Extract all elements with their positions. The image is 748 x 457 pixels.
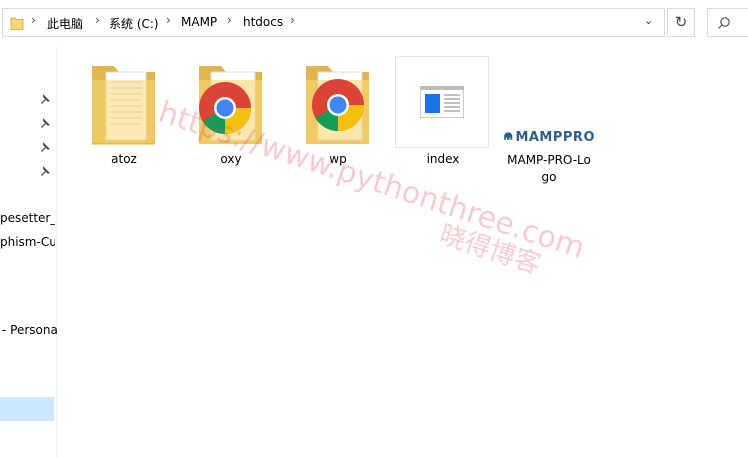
file-label: index (426, 152, 460, 166)
refresh-icon: ↻ (674, 13, 688, 31)
nav-item-typesetter[interactable]: pesetter_3 (0, 211, 55, 225)
folder-icon (92, 66, 155, 145)
chevron-right-icon[interactable]: › (227, 13, 232, 27)
file-item-mamp-pro-logo[interactable]: MAMPPRO MAMP-PRO-Logo (501, 124, 597, 188)
file-label: MAMP-PRO-Logo (507, 153, 591, 184)
html-file-icon (420, 86, 464, 118)
chevron-right-icon[interactable]: › (290, 13, 295, 27)
chevron-right-icon[interactable]: › (166, 13, 171, 27)
pin-icon[interactable] (39, 165, 51, 177)
address-bar[interactable]: › 此电脑 › 系统 (C:) › MAMP › htdocs › ⌄ (2, 8, 665, 37)
pin-icon[interactable] (39, 117, 51, 129)
chrome-folder-icon (306, 66, 369, 144)
address-bar-area: › 此电脑 › 系统 (C:) › MAMP › htdocs › ⌄ ↻ (0, 0, 748, 46)
pin-icon[interactable] (39, 93, 51, 105)
nav-item-personal[interactable]: - Persona (2, 323, 57, 337)
search-icon (718, 17, 730, 29)
elephant-icon (504, 132, 513, 140)
chevron-right-icon[interactable]: › (31, 13, 36, 27)
nav-item-selected[interactable] (0, 397, 54, 421)
breadcrumb-c-drive[interactable]: 系统 (C:) (109, 15, 159, 32)
file-item-index[interactable]: index (395, 56, 491, 174)
breadcrumb-mamp[interactable]: MAMP (181, 15, 217, 29)
navigation-pane: pesetter_3 phism-Cu - Persona (0, 46, 57, 457)
refresh-button[interactable]: ↻ (667, 8, 695, 37)
file-label: atoz (111, 152, 137, 166)
breadcrumb-htdocs[interactable]: htdocs (243, 15, 283, 29)
mamp-pro-logo-image: MAMPPRO (503, 126, 595, 148)
logo-text: MAMPPRO (515, 129, 595, 145)
search-box[interactable] (707, 8, 748, 37)
folder-icon (10, 17, 24, 30)
pin-icon[interactable] (39, 141, 51, 153)
chevron-right-icon[interactable]: › (95, 13, 100, 27)
chevron-down-icon[interactable]: ⌄ (644, 14, 653, 27)
breadcrumb-this-pc[interactable]: 此电脑 (47, 15, 83, 32)
nav-item-morphism[interactable]: phism-Cu (0, 235, 55, 249)
